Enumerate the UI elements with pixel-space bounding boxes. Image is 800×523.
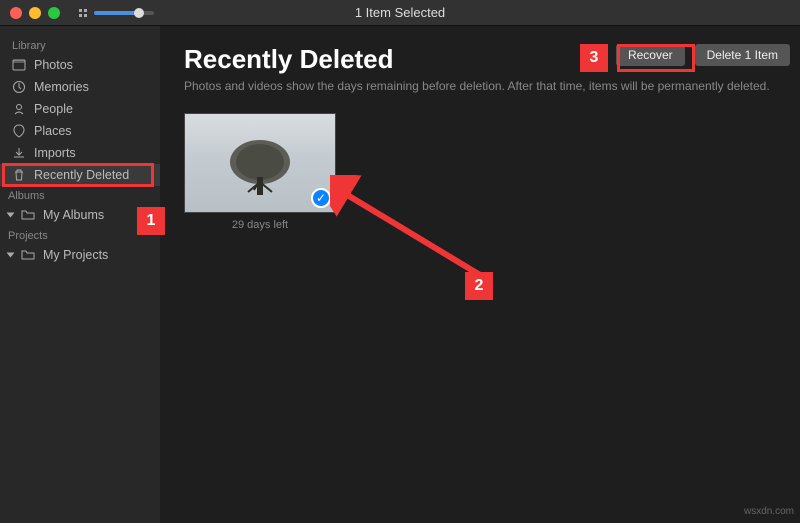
sidebar-section-projects: Projects <box>0 226 160 244</box>
sidebar-item-people[interactable]: People <box>0 98 160 120</box>
sidebar-item-label: Recently Deleted <box>34 168 129 182</box>
zoom-out-icon[interactable] <box>78 8 88 18</box>
zoom-slider[interactable] <box>94 11 154 15</box>
close-icon[interactable] <box>10 7 22 19</box>
window-titlebar: 1 Item Selected <box>0 0 800 26</box>
sidebar-item-imports[interactable]: Imports <box>0 142 160 164</box>
memories-icon <box>12 80 26 94</box>
sidebar-section-albums: Albums <box>0 186 160 204</box>
imports-icon <box>12 146 26 160</box>
sidebar-item-label: My Projects <box>43 248 108 262</box>
sidebar-item-label: Memories <box>34 80 89 94</box>
toolbar: Recover Delete 1 Item <box>616 44 790 66</box>
sidebar-section-library: Library <box>0 34 160 54</box>
sidebar-item-photos[interactable]: Photos <box>0 54 160 76</box>
disclosure-triangle-icon[interactable] <box>7 213 15 218</box>
photo-thumbnail[interactable]: ✓ 29 days left <box>184 113 336 231</box>
thumbnail-caption: 29 days left <box>184 219 336 231</box>
places-icon <box>12 124 26 138</box>
window-controls <box>10 7 60 19</box>
sidebar: Library Photos Memories People Places Im… <box>0 26 160 523</box>
sidebar-item-recently-deleted[interactable]: Recently Deleted <box>0 164 160 186</box>
zoom-slider-thumb[interactable] <box>134 8 144 18</box>
folder-icon <box>21 248 35 262</box>
page-subtitle: Photos and videos show the days remainin… <box>184 79 776 93</box>
sidebar-item-label: My Albums <box>43 208 104 222</box>
sidebar-item-label: People <box>34 102 73 116</box>
thumbnail-art <box>220 132 300 202</box>
window-title: 1 Item Selected <box>355 5 445 20</box>
zoom-slider-group <box>78 8 154 18</box>
selection-check-icon: ✓ <box>311 188 331 208</box>
photos-icon <box>12 58 26 72</box>
disclosure-triangle-icon[interactable] <box>7 253 15 258</box>
sidebar-item-places[interactable]: Places <box>0 120 160 142</box>
sidebar-item-my-albums[interactable]: My Albums <box>0 204 160 226</box>
sidebar-item-label: Imports <box>34 146 76 160</box>
sidebar-item-label: Places <box>34 124 72 138</box>
maximize-icon[interactable] <box>48 7 60 19</box>
watermark: wsxdn.com <box>744 506 794 517</box>
thumbnail-image[interactable]: ✓ <box>184 113 336 213</box>
folder-icon <box>21 208 35 222</box>
sidebar-item-label: Photos <box>34 58 73 72</box>
minimize-icon[interactable] <box>29 7 41 19</box>
people-icon <box>12 102 26 116</box>
delete-button[interactable]: Delete 1 Item <box>695 44 790 66</box>
recover-button[interactable]: Recover <box>616 44 685 66</box>
sidebar-item-memories[interactable]: Memories <box>0 76 160 98</box>
content-area: Recently Deleted Photos and videos show … <box>160 26 800 523</box>
sidebar-item-my-projects[interactable]: My Projects <box>0 244 160 266</box>
trash-icon <box>12 168 26 182</box>
